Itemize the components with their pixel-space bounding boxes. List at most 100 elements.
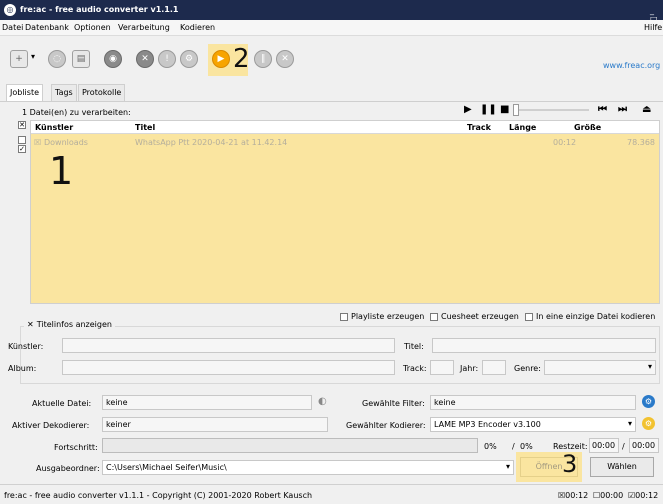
playlist-checkbox[interactable] xyxy=(340,312,348,321)
status-time-unselected: ☐00:00 xyxy=(593,491,623,500)
choose-button[interactable]: Wählen xyxy=(590,457,654,477)
year-label: Jahr: xyxy=(460,364,479,373)
option-single-file[interactable]: In eine einzige Datei kodieren xyxy=(525,312,655,321)
output-folder-value: C:\Users\Michael Seifer\Music\ xyxy=(106,463,227,472)
title-info-toggle[interactable]: ✕ Titelinfos anzeigen xyxy=(24,320,115,329)
job-list-table[interactable]: Künstler Titel Track Länge Größe ☒ Downl… xyxy=(30,120,660,304)
column-artist[interactable]: Künstler xyxy=(35,123,73,132)
title-info-group xyxy=(20,326,660,384)
pause-icon[interactable]: ∥ xyxy=(254,50,272,68)
menu-kodieren[interactable]: Kodieren xyxy=(180,23,215,32)
annotation-1: 1 xyxy=(49,149,74,193)
progress-percent-current: 0% xyxy=(484,442,497,451)
genre-label: Genre: xyxy=(514,364,541,373)
toggle-selection-checkbox[interactable]: ✓ xyxy=(18,145,26,153)
cddb-icon[interactable]: ◌ xyxy=(48,50,66,68)
cd-icon: ◐ xyxy=(318,396,327,407)
total-time: 00:00 xyxy=(629,438,659,453)
encoder-dropdown-icon[interactable]: ▾ xyxy=(628,419,632,428)
add-files-icon[interactable]: + xyxy=(10,50,28,68)
track-field[interactable] xyxy=(430,360,454,375)
tab-tags[interactable]: Tags xyxy=(51,84,77,101)
encoder-select[interactable]: LAME MP3 Encoder v3.100 ▾ xyxy=(430,417,636,432)
title-label: Titel: xyxy=(404,342,424,351)
column-size[interactable]: Größe xyxy=(574,123,601,132)
column-track[interactable]: Track xyxy=(467,123,491,132)
app-icon: ◎ xyxy=(4,4,16,16)
encoder-config-icon[interactable]: ⚙ xyxy=(642,417,655,430)
tab-logs[interactable]: Protokolle xyxy=(78,84,126,101)
next-track-icon[interactable]: ⏭ xyxy=(618,104,627,115)
row-length: 00:12 xyxy=(553,138,577,147)
status-text: fre:ac - free audio converter v1.1.1 - C… xyxy=(4,491,313,500)
album-label: Album: xyxy=(8,364,37,373)
option-cuesheet[interactable]: Cuesheet erzeugen xyxy=(430,312,519,321)
remaining-time: 00:00 xyxy=(589,438,619,453)
info-icon[interactable]: ! xyxy=(158,50,176,68)
column-length[interactable]: Länge xyxy=(509,123,536,132)
status-bar: fre:ac - free audio converter v1.1.1 - C… xyxy=(0,484,663,504)
stop-icon[interactable]: ✕ xyxy=(276,50,294,68)
single-file-label: In eine einzige Datei kodieren xyxy=(536,312,656,321)
artist-field[interactable] xyxy=(62,338,395,353)
row-artist: Downloads xyxy=(44,138,88,147)
output-folder-select[interactable]: C:\Users\Michael Seifer\Music\ ▾ xyxy=(102,460,514,475)
tag-file-icon[interactable]: ▤ xyxy=(72,50,90,68)
disc-icon[interactable]: ◉ xyxy=(104,50,122,68)
select-all-checkbox[interactable]: ✕ xyxy=(18,121,26,129)
time-separator: / xyxy=(622,442,625,451)
title-field[interactable] xyxy=(432,338,656,353)
title-info-checkbox-icon[interactable]: ✕ xyxy=(27,320,34,329)
single-file-checkbox[interactable] xyxy=(525,312,533,321)
progress-label: Fortschritt: xyxy=(54,443,98,452)
album-field[interactable] xyxy=(62,360,395,375)
remove-icon[interactable]: ✕ xyxy=(136,50,154,68)
status-time-total: ☑00:12 xyxy=(628,491,658,500)
column-title[interactable]: Titel xyxy=(135,123,155,132)
option-playlist[interactable]: Playliste erzeugen xyxy=(340,312,424,321)
artist-label: Künstler: xyxy=(8,342,44,351)
start-encoding-icon[interactable]: ▶ xyxy=(212,50,230,68)
settings-icon[interactable]: ⚙ xyxy=(180,50,198,68)
tab-joblist[interactable]: Jobliste xyxy=(6,84,44,101)
filter-config-icon[interactable]: ⚙ xyxy=(642,395,655,408)
row-size: 78.368 xyxy=(627,138,655,147)
previous-track-icon[interactable]: ⏮ xyxy=(598,104,607,115)
annotation-2: 2 xyxy=(233,44,250,74)
progress-bar xyxy=(102,438,478,453)
status-time-total-value: 00:12 xyxy=(635,491,659,500)
tab-bar: Jobliste Tags Protokolle xyxy=(0,80,663,102)
seek-slider-thumb[interactable] xyxy=(513,104,519,116)
menu-datenbank[interactable]: Datenbank xyxy=(25,23,69,32)
menu-verarbeitung[interactable]: Verarbeitung xyxy=(118,23,170,32)
select-none-checkbox[interactable] xyxy=(18,136,26,144)
cuesheet-label: Cuesheet erzeugen xyxy=(441,312,519,321)
current-file-field: keine xyxy=(102,395,312,410)
job-count: 1 Datei(en) zu verarbeiten: xyxy=(22,108,131,117)
row-checkbox-icon[interactable]: ☒ xyxy=(34,138,41,147)
status-time-unselected-value: 00:00 xyxy=(600,491,624,500)
table-header: Künstler Titel Track Länge Größe xyxy=(31,121,659,134)
pause-player-icon[interactable]: ❚❚ xyxy=(480,104,497,115)
menu-datei[interactable]: Datei xyxy=(2,23,23,32)
add-dropdown-icon[interactable]: ▾ xyxy=(31,52,35,61)
cuesheet-checkbox[interactable] xyxy=(430,312,438,321)
stop-player-icon[interactable]: ■ xyxy=(500,104,509,115)
year-field[interactable] xyxy=(482,360,506,375)
encoder-label: Gewählter Kodierer: xyxy=(346,421,426,430)
title-bar: ◎ fre:ac - free audio converter v1.1.1 _… xyxy=(0,0,663,33)
genre-dropdown-icon[interactable]: ▾ xyxy=(648,362,652,371)
output-dropdown-icon[interactable]: ▾ xyxy=(506,462,510,471)
annotation-3: 3 xyxy=(562,450,578,478)
menu-optionen[interactable]: Optionen xyxy=(74,23,111,32)
table-row[interactable]: ☒ Downloads WhatsApp Ptt 2020-04-21 at 1… xyxy=(31,135,659,149)
window-title: fre:ac - free audio converter v1.1.1 xyxy=(20,5,179,14)
decoder-label: Aktiver Dekodierer: xyxy=(12,421,90,430)
eject-icon[interactable]: ⏏ xyxy=(642,104,651,115)
genre-select[interactable]: ▾ xyxy=(544,360,656,375)
menu-hilfe[interactable]: Hilfe xyxy=(644,23,662,32)
play-icon[interactable]: ▶ xyxy=(464,104,472,115)
row-title: WhatsApp Ptt 2020-04-21 at 11.42.14 xyxy=(135,138,288,147)
seek-slider[interactable] xyxy=(513,104,589,116)
website-link[interactable]: www.freac.org xyxy=(603,61,660,70)
